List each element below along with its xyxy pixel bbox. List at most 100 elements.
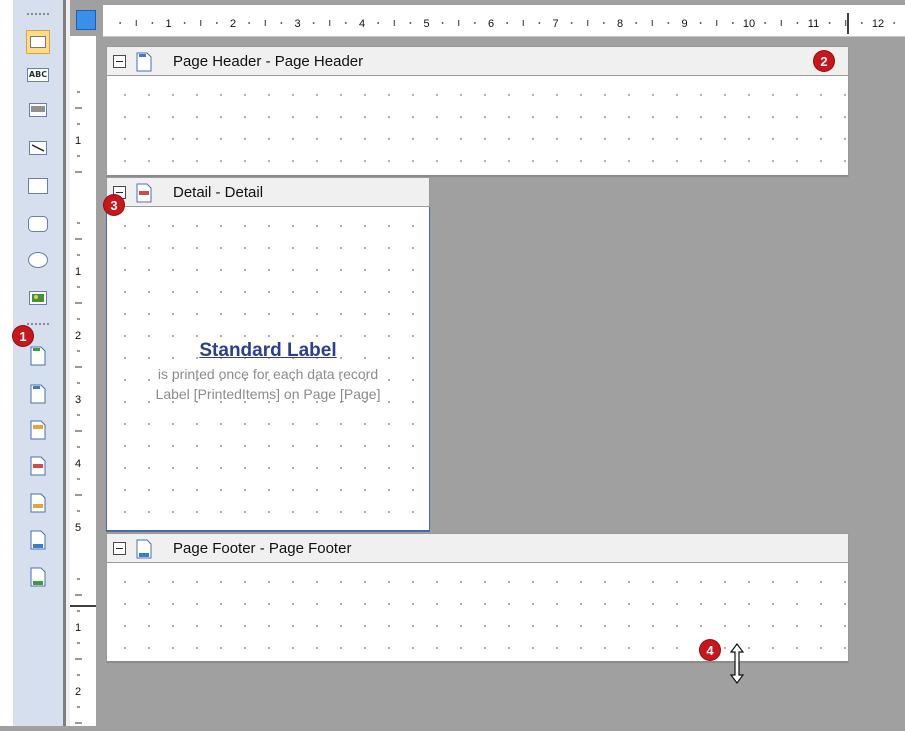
ruler-dot <box>764 22 767 24</box>
toolbox-grip-2[interactable] <box>26 322 50 326</box>
horizontal-ruler[interactable]: 1 2 3 4 5 6 7 8 9 10 11 12 <box>103 5 905 37</box>
band-tool-7-button[interactable] <box>26 565 50 589</box>
band-tool-3-button[interactable] <box>26 418 50 442</box>
ruler-dot <box>312 22 315 24</box>
band-tool-2-icon <box>30 384 46 404</box>
ruler-dot <box>344 22 347 24</box>
page-header-band-title: Page Header - Page Header <box>173 53 364 70</box>
vertical-ruler-scale: 1 1 2 3 4 5 1 2 <box>70 91 96 724</box>
band-tool-2-button[interactable] <box>26 382 50 406</box>
band-header-detail[interactable]: Detail - Detail <box>106 177 430 207</box>
collapse-page-header-button[interactable] <box>113 55 126 68</box>
label-tool-icon: ABC <box>26 68 50 82</box>
ruler-dot <box>796 22 799 24</box>
ruler-dot <box>473 22 476 24</box>
ruler-dot <box>570 22 573 24</box>
band-header-page-footer[interactable]: Page Footer - Page Footer <box>106 533 849 563</box>
ruler-number: 5 <box>423 18 429 30</box>
standard-label-title[interactable]: Standard Label <box>108 340 428 362</box>
ruler-number: 9 <box>681 18 687 30</box>
ruler-number: 12 <box>872 18 884 30</box>
ruler-number: 6 <box>488 18 494 30</box>
callout-badge-2: 2 <box>814 51 834 71</box>
ruler-dot <box>377 22 380 24</box>
band-tool-5-button[interactable] <box>26 491 50 515</box>
ruler-number: 7 <box>552 18 558 30</box>
vruler-number: 5 <box>75 522 81 534</box>
ruler-number: 3 <box>294 18 300 30</box>
ruler-number: 1 <box>165 18 171 30</box>
ruler-dot <box>828 22 831 24</box>
vruler-number: 2 <box>75 686 81 698</box>
callout-badge-3: 3 <box>104 195 124 215</box>
ruler-dot <box>667 22 670 24</box>
callout-badge-4: 4 <box>700 640 720 660</box>
line-tool-icon <box>29 141 47 155</box>
barcode-tool-button[interactable] <box>26 98 50 122</box>
label-tool-button[interactable]: ABC <box>26 63 50 87</box>
band-tool-6-icon <box>30 530 46 550</box>
pointer-tool-button[interactable] <box>26 30 50 54</box>
ruler-dot <box>893 22 896 24</box>
band-tool-1-icon <box>30 346 46 366</box>
page-header-band-icon <box>136 52 152 72</box>
vruler-number: 1 <box>75 622 81 634</box>
ruler-number: 4 <box>359 18 365 30</box>
rectangle-tool-button[interactable] <box>26 174 50 198</box>
ruler-dot <box>538 22 541 24</box>
ruler-dot <box>602 22 605 24</box>
band-tool-6-button[interactable] <box>26 528 50 552</box>
ruler-dot <box>151 22 154 24</box>
vruler-number: 1 <box>75 266 81 278</box>
ruler-dot <box>635 22 638 24</box>
rounded-rectangle-tool-icon <box>28 216 48 232</box>
band-tool-5-icon <box>30 493 46 513</box>
band-tool-3-icon <box>30 420 46 440</box>
image-tool-button[interactable] <box>26 286 50 310</box>
page-footer-band-title: Page Footer - Page Footer <box>173 540 352 557</box>
ruler-dot <box>441 22 444 24</box>
callout-badge-1: 1 <box>13 326 33 346</box>
ruler-corner-button[interactable] <box>76 10 96 30</box>
ruler-dot <box>860 22 863 24</box>
standard-label-line1[interactable]: is printed once for each data record <box>108 366 428 382</box>
detail-band-title: Detail - Detail <box>173 184 264 201</box>
band-tool-4-button[interactable] <box>26 454 50 478</box>
band-header-page-header[interactable]: Page Header - Page Header <box>106 46 849 76</box>
ruler-number: 10 <box>743 18 755 30</box>
ruler-number: 8 <box>617 18 623 30</box>
ruler-dot <box>731 22 734 24</box>
pointer-tool-icon <box>30 36 46 48</box>
rectangle-tool-icon <box>28 178 48 194</box>
ruler-number: 11 <box>808 18 819 30</box>
rounded-rectangle-tool-button[interactable] <box>26 212 50 236</box>
page-header-band-area[interactable] <box>106 76 849 177</box>
ruler-dot <box>699 22 702 24</box>
ellipse-tool-button[interactable] <box>26 248 50 272</box>
page-footer-band-icon <box>136 539 152 559</box>
ruler-dot <box>409 22 412 24</box>
line-tool-button[interactable] <box>26 136 50 160</box>
ruler-dot <box>183 22 186 24</box>
vertical-ruler-gutter <box>96 36 103 726</box>
ruler-dot <box>248 22 251 24</box>
vruler-number: 4 <box>75 458 81 470</box>
image-tool-icon <box>29 291 47 305</box>
horizontal-ruler-scale: 1 2 3 4 5 6 7 8 9 10 11 12 <box>119 13 896 34</box>
resize-cursor-icon <box>729 643 745 684</box>
ruler-number: 2 <box>230 18 236 30</box>
toolbox-grip[interactable] <box>26 12 50 16</box>
detail-band-icon <box>136 183 152 203</box>
vruler-number: 2 <box>75 330 81 342</box>
ellipse-tool-icon <box>28 252 48 268</box>
band-tool-1-button[interactable] <box>26 344 50 368</box>
barcode-tool-icon <box>29 103 47 117</box>
ruler-dot <box>506 22 509 24</box>
vruler-number: 1 <box>75 135 81 147</box>
band-tool-7-icon <box>30 567 46 587</box>
ruler-dot <box>280 22 283 24</box>
collapse-page-footer-button[interactable] <box>113 542 126 555</box>
ruler-dot <box>119 22 122 24</box>
ruler-dot <box>215 22 218 24</box>
standard-label-line2[interactable]: Label [PrintedItems] on Page [Page] <box>108 386 428 402</box>
